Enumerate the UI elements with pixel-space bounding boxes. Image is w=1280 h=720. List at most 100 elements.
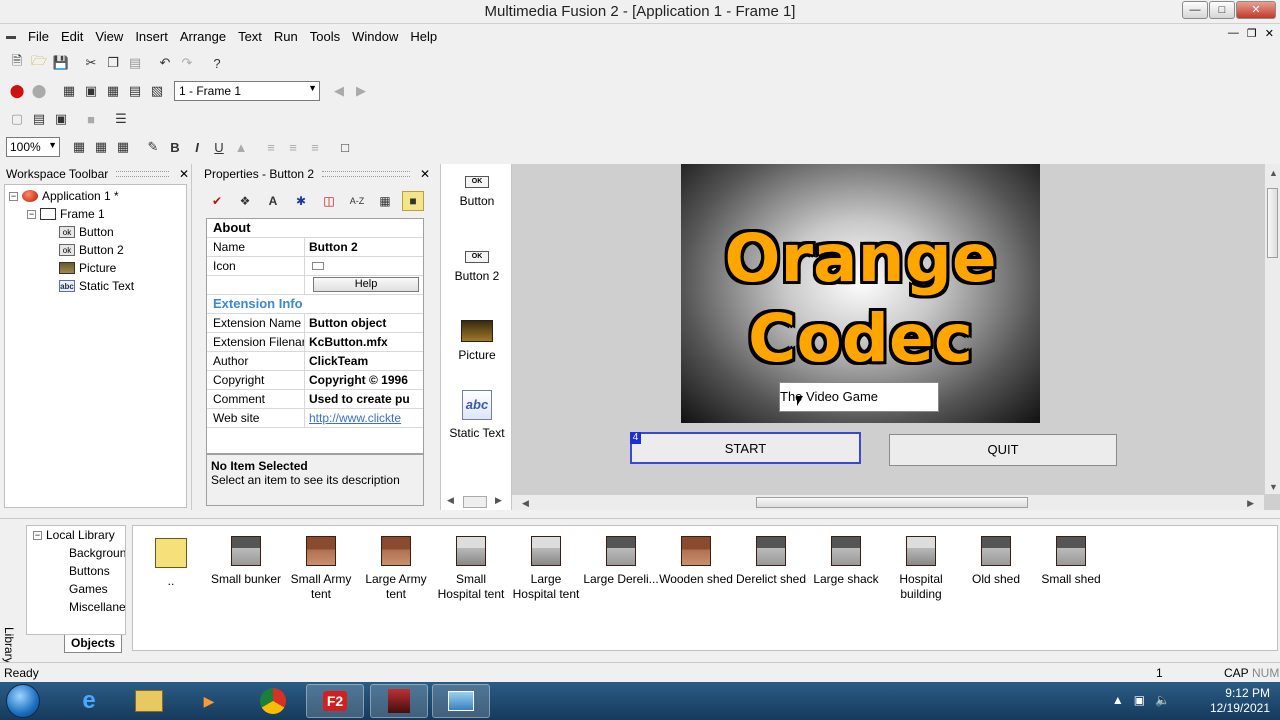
cut-icon[interactable]: ✂	[80, 52, 102, 74]
collapse-icon[interactable]: −	[9, 191, 18, 201]
library-object[interactable]: Large Army tent	[358, 534, 434, 602]
menu-file[interactable]: File	[22, 29, 55, 44]
tab-settings-icon[interactable]: ✔	[206, 191, 228, 211]
library-object[interactable]: Small Army tent	[283, 534, 359, 602]
library-object[interactable]: Large shack	[808, 534, 884, 587]
stop-icon[interactable]: ⬤	[6, 80, 28, 102]
show-hidden-icons-icon[interactable]: ▲	[1112, 693, 1124, 707]
scroll-left-icon[interactable]: ◀	[447, 495, 454, 506]
fit-icon[interactable]: □	[334, 136, 356, 158]
library-object[interactable]: Large Dereli...	[583, 534, 659, 587]
close-icon[interactable]: ✕	[177, 167, 191, 181]
tab-values-icon[interactable]: A-Z	[346, 191, 368, 211]
prop-comment-row[interactable]: Comment Used to create pu	[207, 390, 423, 409]
static-text-object[interactable]: The Video Game	[779, 382, 939, 412]
prop-copyright-row[interactable]: Copyright Copyright © 1996	[207, 371, 423, 390]
minimize-button[interactable]: —	[1182, 1, 1208, 19]
undo-icon[interactable]: ↶	[154, 52, 176, 74]
redo-icon[interactable]: ↷	[176, 52, 198, 74]
internet-explorer-icon[interactable]: e	[60, 684, 118, 718]
collapse-icon[interactable]: −	[33, 530, 42, 540]
frame-selector[interactable]: 1 - Frame 1 ▼	[174, 81, 320, 101]
tab-text-icon[interactable]: A	[262, 191, 284, 211]
close-icon[interactable]: ✕	[418, 167, 432, 181]
object-bar-static-text[interactable]: abc Static Text	[441, 390, 513, 440]
open-folder-icon[interactable]: 🗁	[28, 52, 50, 74]
tree-node-frame[interactable]: − Frame 1	[5, 205, 186, 223]
chrome-icon[interactable]	[244, 684, 302, 718]
object-bar-button[interactable]: OK Button	[441, 176, 513, 208]
tab-about-icon[interactable]: ■	[402, 191, 424, 211]
library-tab-objects[interactable]: Objects	[64, 635, 122, 653]
website-link[interactable]: http://www.clickte	[305, 409, 423, 427]
tab-events-icon[interactable]: ▦	[374, 191, 396, 211]
paste-icon[interactable]: ▤	[124, 52, 146, 74]
library-tree-item[interactable]: Buttons	[27, 562, 125, 580]
network-icon[interactable]: ▣	[1134, 693, 1145, 707]
show-grid-icon[interactable]: ▦	[90, 136, 112, 158]
object-bar-picture[interactable]: Picture	[441, 320, 513, 362]
prop-author-row[interactable]: Author ClickTeam	[207, 352, 423, 371]
snap-grid-icon[interactable]: ▦	[112, 136, 134, 158]
save-icon[interactable]: 💾	[50, 52, 72, 74]
scroll-up-icon[interactable]: ▲	[1269, 168, 1278, 178]
underline-icon[interactable]: U	[208, 136, 230, 158]
close-button[interactable]: ✕	[1236, 1, 1276, 19]
game-taskbar-button[interactable]	[370, 684, 428, 718]
collapse-icon[interactable]: −	[27, 209, 36, 219]
record-icon[interactable]: ⬤	[28, 80, 50, 102]
storyboard-editor-icon[interactable]: ▦	[58, 80, 80, 102]
align-left-icon[interactable]: ≡	[260, 136, 282, 158]
start-button[interactable]	[6, 684, 40, 718]
horizontal-scrollbar[interactable]: ◀ ▶	[512, 494, 1264, 510]
mdi-minimize-icon[interactable]: —	[1228, 27, 1239, 40]
library-object[interactable]: Small shed	[1033, 534, 1109, 587]
text-color-icon[interactable]: ▲	[230, 136, 252, 158]
library-object[interactable]: Large Hospital tent	[508, 534, 584, 602]
fusion-2-taskbar-button[interactable]: F2	[306, 684, 364, 718]
library-object[interactable]: Small bunker	[208, 534, 284, 587]
frame-editor[interactable]: Orange Codec The Video Game 4 START QUIT…	[512, 164, 1280, 510]
context-help-icon[interactable]: ?	[206, 52, 228, 74]
menu-arrange[interactable]: Arrange	[174, 29, 232, 44]
prop-name-row[interactable]: Name Button 2	[207, 238, 423, 257]
tree-node-static-text[interactable]: abc Static Text	[5, 277, 186, 295]
menu-run[interactable]: Run	[268, 29, 304, 44]
help-button[interactable]: Help	[313, 277, 419, 292]
build-icon[interactable]: ☰	[110, 108, 132, 130]
scroll-right-icon[interactable]: ▶	[1247, 498, 1254, 509]
menu-window[interactable]: Window	[346, 29, 404, 44]
vertical-scroll-thumb[interactable]	[1267, 188, 1278, 258]
quit-button[interactable]: QUIT	[889, 434, 1117, 466]
event-editor-icon[interactable]: ▦	[102, 80, 124, 102]
library-tree-item[interactable]: Games	[27, 580, 125, 598]
tab-runtime-icon[interactable]: ◫	[318, 191, 340, 211]
mdi-restore-icon[interactable]: ❐	[1247, 27, 1257, 40]
library-object[interactable]: Old shed	[958, 534, 1034, 587]
library-object[interactable]: Derelict shed	[733, 534, 809, 587]
scroll-right-icon[interactable]: ▶	[495, 495, 502, 506]
control-panel-icon[interactable]	[432, 684, 490, 718]
tree-node-button[interactable]: ok Button	[5, 223, 186, 241]
vertical-scrollbar[interactable]: ▲ ▼	[1264, 164, 1280, 494]
library-object[interactable]: Wooden shed	[658, 534, 734, 587]
clock[interactable]: 9:12 PM 12/19/2021	[1210, 686, 1270, 716]
menu-text[interactable]: Text	[232, 29, 268, 44]
event-list-icon[interactable]: ▤	[124, 80, 146, 102]
menu-tools[interactable]: Tools	[304, 29, 346, 44]
stop-run-icon[interactable]: ■	[80, 108, 102, 130]
align-right-icon[interactable]: ≡	[304, 136, 326, 158]
run-application-icon[interactable]: ▢	[6, 108, 28, 130]
menu-edit[interactable]: Edit	[55, 29, 89, 44]
data-elements-icon[interactable]: ▧	[146, 80, 168, 102]
tab-display-icon[interactable]: ❖	[234, 191, 256, 211]
grid-setup-icon[interactable]: ▦	[68, 136, 90, 158]
library-tree-item[interactable]: Miscellaneous	[27, 598, 125, 616]
prop-website-row[interactable]: Web site http://www.clickte	[207, 409, 423, 428]
volume-icon[interactable]: 🔈	[1155, 693, 1170, 707]
file-explorer-icon[interactable]	[120, 684, 178, 718]
prop-icon-row[interactable]: Icon	[207, 257, 423, 276]
library-object-parent[interactable]: ..	[133, 534, 209, 589]
align-center-icon[interactable]: ≡	[282, 136, 304, 158]
tree-node-application[interactable]: − Application 1 *	[5, 187, 186, 205]
